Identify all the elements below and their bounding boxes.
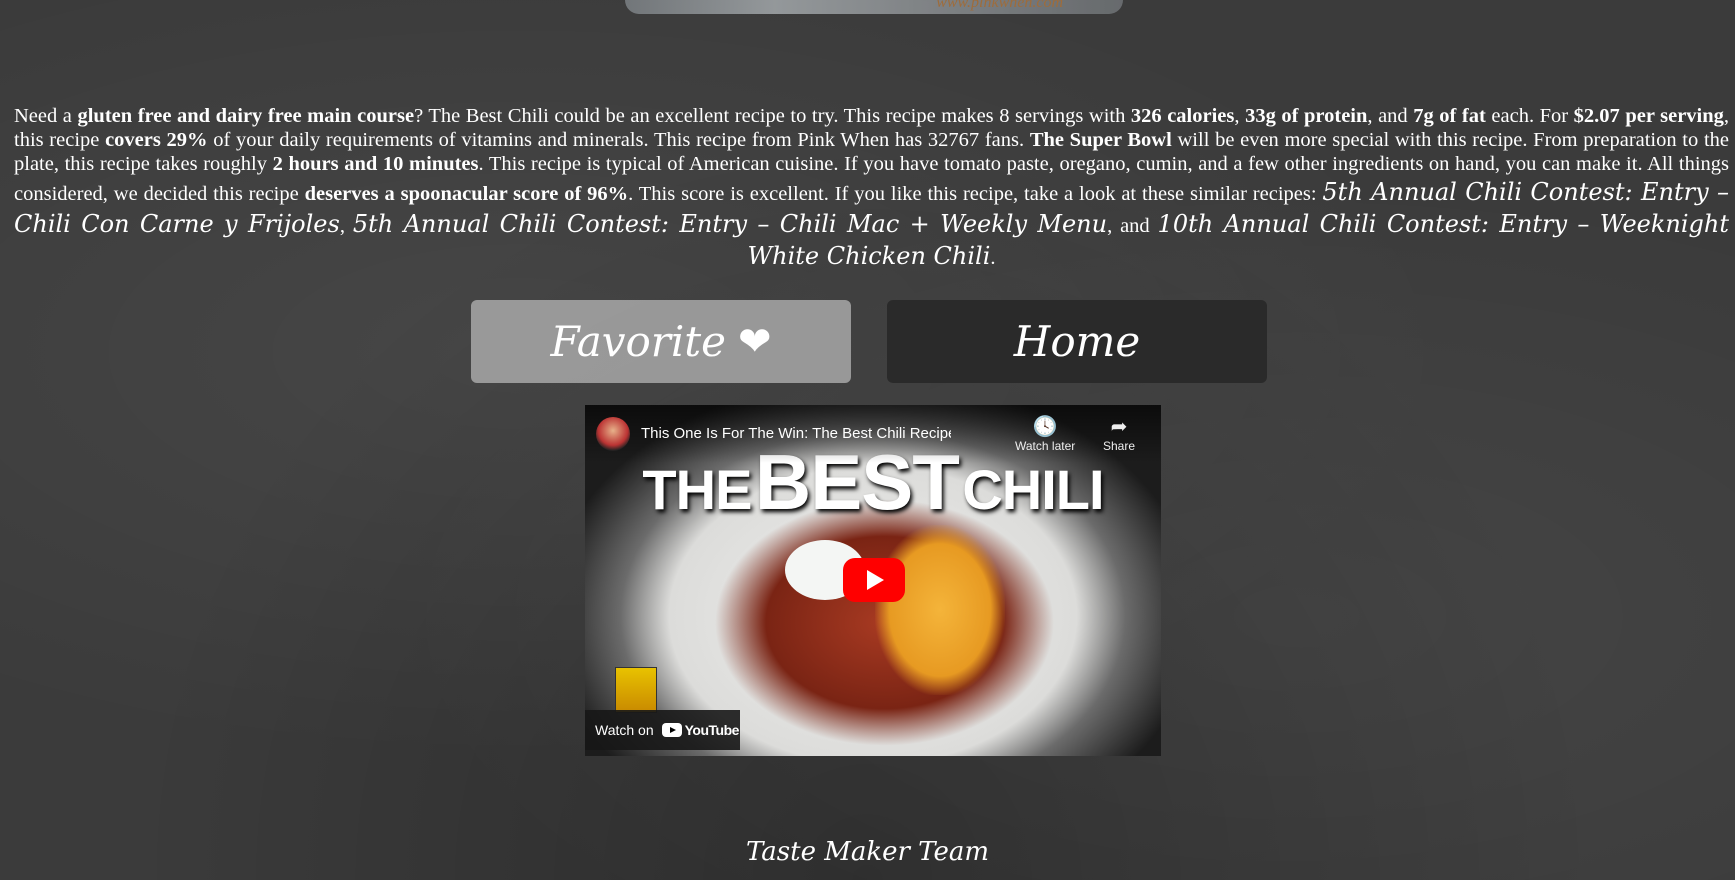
channel-logo xyxy=(615,667,657,713)
summary-bold: 7g of fat xyxy=(1413,104,1486,127)
watch-later-button[interactable]: 🕓 Watch later xyxy=(1015,415,1075,453)
share-icon: ➦ xyxy=(1110,416,1128,438)
summary-bold: 2 hours and 10 minutes xyxy=(272,152,479,175)
favorite-button-label: Favorite xyxy=(550,317,727,366)
home-button-label: Home xyxy=(1013,317,1141,366)
play-button[interactable] xyxy=(843,558,905,602)
summary-bold: $2.07 per serving xyxy=(1573,104,1724,127)
summary-bold: deserves a spoonacular score of 96% xyxy=(304,182,629,205)
recipe-image: www.pinkwhen.com xyxy=(625,0,1123,14)
favorite-button[interactable]: Favorite ❤ xyxy=(471,300,851,383)
channel-avatar[interactable] xyxy=(596,417,630,451)
summary-bold: 33g of protein xyxy=(1245,104,1368,127)
thumbnail-cheese xyxy=(875,525,1005,695)
home-button[interactable]: Home xyxy=(887,300,1267,383)
watch-on-youtube-button[interactable]: Watch on YouTube xyxy=(585,710,740,750)
summary-bold: covers 29% xyxy=(105,128,208,151)
footer-credit: Taste Maker Team xyxy=(745,837,990,867)
clock-icon: 🕓 xyxy=(1032,416,1058,438)
similar-recipe-link-2[interactable]: 5th Annual Chili Contest: Entry – Chili … xyxy=(353,210,1107,238)
video-title[interactable]: This One Is For The Win: The Best Chili … xyxy=(641,425,951,442)
share-button[interactable]: ➦ Share xyxy=(1103,415,1135,453)
youtube-video-embed[interactable]: THE BEST CHILI This One Is For The Win: … xyxy=(585,405,1161,756)
summary-bold: gluten free and dairy free main course xyxy=(77,104,415,127)
youtube-play-icon xyxy=(661,723,682,737)
summary-bold: 326 calories xyxy=(1130,104,1235,127)
recipe-summary: Need a gluten free and dairy free main c… xyxy=(14,104,1730,270)
youtube-logo: YouTube xyxy=(661,722,739,738)
heart-icon: ❤ xyxy=(738,318,772,365)
summary-bold: The Super Bowl xyxy=(1029,128,1172,151)
image-watermark: www.pinkwhen.com xyxy=(936,0,1063,11)
